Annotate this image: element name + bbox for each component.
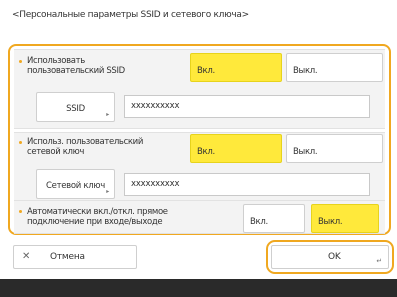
- page-title: <Персональные параметры SSID и сетевого …: [12, 10, 249, 20]
- custom-ssid-off-button[interactable]: Выкл.: [286, 53, 383, 82]
- enter-icon: ↵: [376, 257, 382, 265]
- auto-direct-label: Автоматически вкл./откл. прямое подключе…: [27, 207, 168, 227]
- bullet-icon: [19, 60, 22, 63]
- close-icon: ✕: [22, 251, 31, 262]
- custom-key-section: Использ. пользовательский сетевой ключ В…: [14, 132, 385, 209]
- auto-direct-section: Автоматически вкл./откл. прямое подключе…: [14, 200, 385, 234]
- network-key-field[interactable]: xxxxxxxxxx: [124, 173, 370, 196]
- bullet-icon: [19, 141, 22, 144]
- custom-key-label: Использ. пользовательский сетевой ключ: [27, 137, 144, 157]
- custom-key-off-button[interactable]: Выкл.: [286, 134, 383, 163]
- ssid-field[interactable]: xxxxxxxxxx: [124, 95, 370, 118]
- ok-button[interactable]: OK ↵: [271, 245, 389, 269]
- custom-ssid-on-button[interactable]: Вкл.: [190, 53, 282, 82]
- settings-panel: Использовать пользовательский SSID Вкл. …: [8, 44, 391, 235]
- custom-ssid-section: Использовать пользовательский SSID Вкл. …: [14, 49, 385, 129]
- arrow-icon: ▸: [106, 111, 109, 118]
- cancel-button[interactable]: ✕ Отмена: [13, 245, 137, 269]
- custom-key-on-button[interactable]: Вкл.: [190, 134, 282, 163]
- arrow-icon: ▸: [106, 188, 109, 195]
- bottom-bar: [0, 279, 397, 297]
- custom-ssid-label: Использовать пользовательский SSID: [27, 56, 125, 76]
- network-key-button[interactable]: Сетевой ключ ▸: [36, 169, 115, 199]
- auto-direct-on-button[interactable]: Вкл.: [243, 204, 305, 233]
- ssid-key-button[interactable]: SSID ▸: [36, 92, 115, 122]
- auto-direct-off-button[interactable]: Выкл.: [311, 204, 379, 233]
- bullet-icon: [19, 210, 22, 213]
